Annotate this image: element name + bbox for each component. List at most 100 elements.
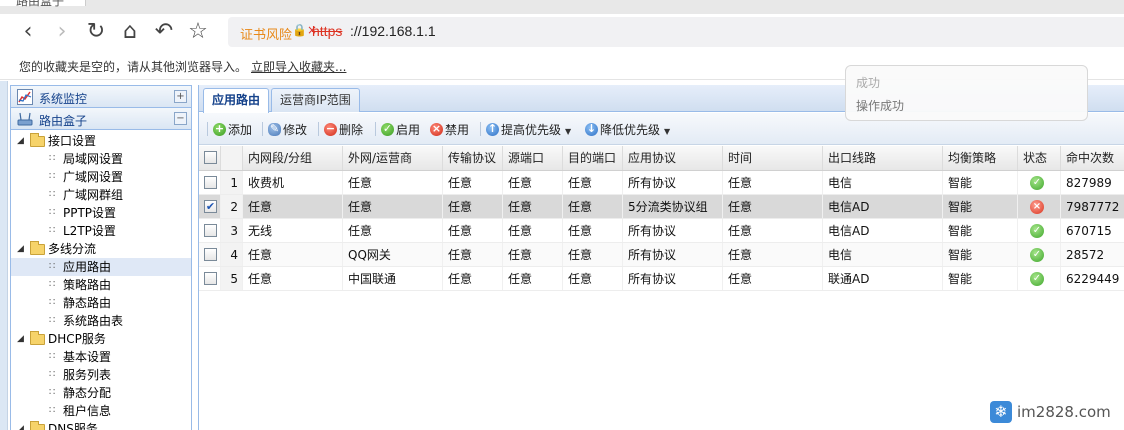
home-icon[interactable]: ⌂ <box>116 17 144 45</box>
raise-priority-button[interactable]: ↑ 提高优先级 ▼ <box>486 121 571 139</box>
minus-icon: − <box>324 122 337 136</box>
tree-item[interactable]: ∷ 服务列表 <box>11 366 191 384</box>
panel-label: 路由盒子 <box>39 114 88 128</box>
tree-item[interactable]: ∷ 广域网设置 <box>11 168 191 186</box>
reload-icon[interactable]: ↻ <box>82 17 110 45</box>
enable-button[interactable]: ✓ 启用 <box>381 121 420 139</box>
row-number: 5 <box>221 267 243 290</box>
tree-item[interactable]: ∷ 租户信息 <box>11 402 191 420</box>
tree-item-label: 策略路由 <box>63 278 112 292</box>
table-cell: 电信AD <box>823 195 943 218</box>
expand-triangle-icon[interactable]: ◢ <box>17 330 24 348</box>
table-row[interactable]: 4 任意 QQ网关 任意 任意 任意 所有协议 任意 电信 智能 ✓ 28572 <box>199 243 1124 267</box>
tab-app-routing[interactable]: 应用路由 <box>203 88 270 113</box>
leaf-icon: ∷ <box>49 279 56 290</box>
browser-tab-title: 路由盒子 <box>16 0 65 8</box>
table-cell: 任意 <box>723 171 823 194</box>
row-checkbox[interactable]: ✔ <box>204 200 217 213</box>
edit-users-icon: ✎ <box>268 122 281 136</box>
undo-icon[interactable]: ↶ <box>150 17 178 45</box>
table-cell: 任意 <box>503 195 563 218</box>
router-icon <box>17 112 33 126</box>
routing-table: 内网段/分组 外网/运营商 传输协议 源端口 目的端口 应用协议 时间 出口线路 均衡策略 状态命… <box>199 146 1124 291</box>
forward-icon[interactable]: › <box>48 17 76 45</box>
table-row[interactable]: 1 收费机 任意 任意 任意 任意 所有协议 任意 电信 智能 ✓ 827989 <box>199 171 1124 195</box>
column-header[interactable]: 出口线路 <box>823 146 943 170</box>
tree-item[interactable]: ∷ 静态路由 <box>11 294 191 312</box>
expand-triangle-icon[interactable]: ◢ <box>17 132 24 150</box>
delete-button[interactable]: − 删除 <box>324 121 363 139</box>
column-header[interactable]: 时间 <box>723 146 823 170</box>
column-header[interactable]: 状态 <box>1018 146 1061 170</box>
status-ok-icon: ✓ <box>1030 176 1044 190</box>
panel-router-box[interactable]: 路由盒子 − <box>11 108 191 130</box>
chevron-down-icon: ▼ <box>565 127 572 136</box>
add-button[interactable]: + 添加 <box>213 121 252 139</box>
column-header[interactable]: 应用协议 <box>623 146 723 170</box>
edit-button[interactable]: ✎ 修改 <box>268 121 307 139</box>
watermark-text: im2828.com <box>1017 403 1111 421</box>
table-cell: 任意 <box>563 171 623 194</box>
column-header[interactable]: 均衡策略 <box>943 146 1018 170</box>
select-all-checkbox[interactable] <box>204 151 217 164</box>
hit-count: 6229449 <box>1061 267 1124 290</box>
expand-icon[interactable]: + <box>174 90 187 103</box>
tree-item[interactable]: ∷ 静态分配 <box>11 384 191 402</box>
column-header[interactable]: 内网段/分组 <box>243 146 343 170</box>
tree-item[interactable]: ◢ 多线分流 <box>11 240 191 258</box>
table-cell: 任意 <box>723 219 823 242</box>
collapse-icon[interactable]: − <box>174 112 187 125</box>
tree-item-label: 系统路由表 <box>63 314 124 328</box>
row-checkbox[interactable] <box>204 248 217 261</box>
table-cell: 任意 <box>443 171 503 194</box>
import-bookmarks-link[interactable]: 立即导入收藏夹... <box>251 58 346 75</box>
toolbar-separator <box>375 122 376 136</box>
star-icon[interactable]: ☆ <box>184 17 212 45</box>
table-cell: 任意 <box>563 243 623 266</box>
row-checkbox[interactable] <box>204 272 217 285</box>
panel-system-monitor[interactable]: 系统监控 + <box>11 86 191 108</box>
table-cell: 任意 <box>443 195 503 218</box>
disable-button[interactable]: × 禁用 <box>430 121 469 139</box>
column-header[interactable]: 命中次数 <box>1061 146 1124 170</box>
column-header[interactable]: 目的端口 <box>563 146 623 170</box>
tree-item[interactable]: ∷ 策略路由 <box>11 276 191 294</box>
tab-carrier-ip-range[interactable]: 运营商IP范围 <box>271 88 360 112</box>
browser-tab[interactable]: 路由盒子 <box>0 0 86 8</box>
tree-item[interactable]: ◢ DNS服务 <box>11 420 191 430</box>
toolbar-separator <box>480 122 481 136</box>
tree-item[interactable]: ∷ 基本设置 <box>11 348 191 366</box>
tree-item[interactable]: ∷ PPTP设置 <box>11 204 191 222</box>
certificate-warning[interactable]: 证书风险 <box>240 24 292 43</box>
back-icon[interactable]: ‹ <box>14 17 42 45</box>
tree-item[interactable]: ∷ 局域网设置 <box>11 150 191 168</box>
tree-item[interactable]: ◢ 接口设置 <box>11 132 191 150</box>
table-cell: 5分流类协议组 <box>623 195 723 218</box>
tree-item[interactable]: ∷ L2TP设置 <box>11 222 191 240</box>
table-cell: 任意 <box>243 195 343 218</box>
row-checkbox[interactable] <box>204 224 217 237</box>
expand-triangle-icon[interactable]: ◢ <box>17 240 24 258</box>
row-number: 2 <box>221 195 243 218</box>
table-row[interactable]: 5 任意 中国联通 任意 任意 任意 所有协议 任意 联通AD 智能 ✓ 6229449 <box>199 267 1124 291</box>
edit-label: 修改 <box>283 123 308 137</box>
tree-item[interactable]: ∷ 广域网群组 <box>11 186 191 204</box>
expand-triangle-icon[interactable]: ◢ <box>17 420 24 430</box>
tree-item[interactable]: ∷ 应用路由 <box>11 258 191 276</box>
tree-item-label: 应用路由 <box>63 260 112 274</box>
column-header[interactable]: 外网/运营商 <box>343 146 443 170</box>
tree-item-label: 广域网设置 <box>63 170 124 184</box>
tree-item-label: 广域网群组 <box>63 188 124 202</box>
lower-priority-button[interactable]: ↓ 降低优先级 ▼ <box>585 121 670 139</box>
row-number-header <box>221 146 243 170</box>
tree-item[interactable]: ◢ DHCP服务 <box>11 330 191 348</box>
tree-item[interactable]: ∷ 系统路由表 <box>11 312 191 330</box>
row-checkbox[interactable] <box>204 176 217 189</box>
table-row[interactable]: ✔ 2 任意 任意 任意 任意 任意 5分流类协议组 任意 电信AD 智能 × 7987772 <box>199 195 1124 219</box>
address-bar[interactable]: 证书风险 🔒× https ://192.168.1.1 <box>228 17 1124 47</box>
column-header[interactable]: 传输协议 <box>443 146 503 170</box>
table-row[interactable]: 3 无线 任意 任意 任意 任意 所有协议 任意 电信AD 智能 ✓ 670715 <box>199 219 1124 243</box>
tree-item-label: DNS服务 <box>48 422 98 430</box>
column-header[interactable]: 源端口 <box>503 146 563 170</box>
toast-message: 操作成功 <box>856 99 905 113</box>
